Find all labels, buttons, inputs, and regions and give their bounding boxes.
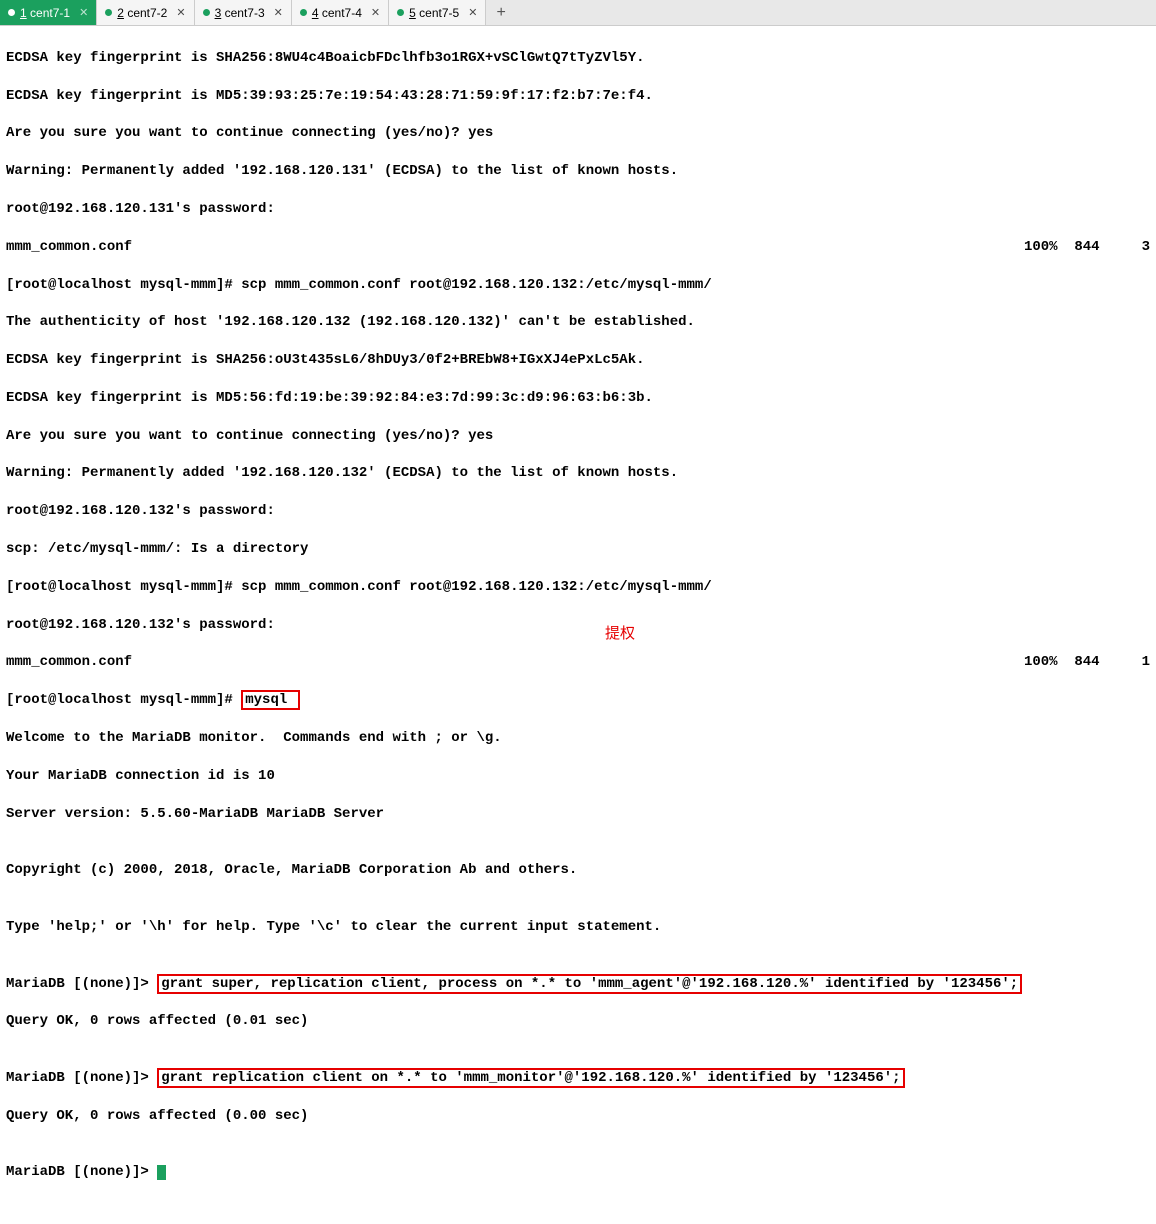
terminal-line: MariaDB [(none)]> grant replication clie… bbox=[6, 1069, 1150, 1088]
terminal-line: root@192.168.120.132's password: bbox=[6, 616, 1150, 635]
status-dot-icon bbox=[203, 9, 210, 16]
close-icon[interactable]: ✕ bbox=[176, 6, 185, 19]
terminal-line: root@192.168.120.131's password: bbox=[6, 200, 1150, 219]
tab-cent7-1[interactable]: 1 cent7-1 ✕ bbox=[0, 0, 97, 25]
terminal-line: Query OK, 0 rows affected (0.00 sec) bbox=[6, 1107, 1150, 1126]
terminal-line: ECDSA key fingerprint is MD5:39:93:25:7e… bbox=[6, 87, 1150, 106]
terminal-prompt-line: MariaDB [(none)]> bbox=[6, 1163, 1150, 1182]
terminal-line: ECDSA key fingerprint is MD5:56:fd:19:be… bbox=[6, 389, 1150, 408]
close-icon[interactable]: ✕ bbox=[468, 6, 477, 19]
terminal-line: scp: /etc/mysql-mmm/: Is a directory bbox=[6, 540, 1150, 559]
tab-cent7-4[interactable]: 4 cent7-4 ✕ bbox=[292, 0, 389, 25]
tab-num: 3 bbox=[215, 6, 222, 20]
terminal-line: ECDSA key fingerprint is SHA256:oU3t435s… bbox=[6, 351, 1150, 370]
terminal-line: Query OK, 0 rows affected (0.01 sec) bbox=[6, 1012, 1150, 1031]
annotation-label: 提权 bbox=[605, 624, 635, 644]
tab-label: cent7-5 bbox=[419, 6, 459, 20]
terminal-output[interactable]: ECDSA key fingerprint is SHA256:8WU4c4Bo… bbox=[0, 26, 1156, 1224]
tab-label: cent7-1 bbox=[30, 6, 70, 20]
terminal-line: Welcome to the MariaDB monitor. Commands… bbox=[6, 729, 1150, 748]
terminal-line: The authenticity of host '192.168.120.13… bbox=[6, 313, 1150, 332]
close-icon[interactable]: ✕ bbox=[79, 6, 88, 19]
terminal-line: Type 'help;' or '\h' for help. Type '\c'… bbox=[6, 918, 1150, 937]
scp-stats: 100% 844 3 bbox=[1024, 238, 1150, 257]
status-dot-icon bbox=[8, 9, 15, 16]
tab-bar: 1 cent7-1 ✕ 2 cent7-2 ✕ 3 cent7-3 ✕ 4 ce… bbox=[0, 0, 1156, 26]
terminal-line: [root@localhost mysql-mmm]# mysql bbox=[6, 691, 1150, 710]
status-dot-icon bbox=[397, 9, 404, 16]
terminal-line: ECDSA key fingerprint is SHA256:8WU4c4Bo… bbox=[6, 49, 1150, 68]
status-dot-icon bbox=[300, 9, 307, 16]
tab-cent7-3[interactable]: 3 cent7-3 ✕ bbox=[195, 0, 292, 25]
close-icon[interactable]: ✕ bbox=[274, 6, 283, 19]
terminal-line: mmm_common.conf100% 844 1 bbox=[6, 653, 1150, 672]
highlight-grant-agent: grant super, replication client, process… bbox=[157, 974, 1022, 994]
terminal-line: Server version: 5.5.60-MariaDB MariaDB S… bbox=[6, 805, 1150, 824]
tab-label: cent7-2 bbox=[127, 6, 167, 20]
terminal-line: mmm_common.conf100% 844 3 bbox=[6, 238, 1150, 257]
tab-num: 2 bbox=[117, 6, 124, 20]
close-icon[interactable]: ✕ bbox=[371, 6, 380, 19]
terminal-line: MariaDB [(none)]> grant super, replicati… bbox=[6, 975, 1150, 994]
terminal-line: Your MariaDB connection id is 10 bbox=[6, 767, 1150, 786]
tab-num: 5 bbox=[409, 6, 416, 20]
tab-cent7-2[interactable]: 2 cent7-2 ✕ bbox=[97, 0, 194, 25]
scp-stats: 100% 844 1 bbox=[1024, 653, 1150, 672]
status-dot-icon bbox=[105, 9, 112, 16]
terminal-line: root@192.168.120.132's password: bbox=[6, 502, 1150, 521]
terminal-line: Are you sure you want to continue connec… bbox=[6, 124, 1150, 143]
add-tab-button[interactable]: + bbox=[486, 4, 516, 22]
terminal-line: [root@localhost mysql-mmm]# scp mmm_comm… bbox=[6, 578, 1150, 597]
terminal-line: Copyright (c) 2000, 2018, Oracle, MariaD… bbox=[6, 861, 1150, 880]
cursor-icon bbox=[157, 1165, 166, 1180]
tab-cent7-5[interactable]: 5 cent7-5 ✕ bbox=[389, 0, 486, 25]
terminal-line: Warning: Permanently added '192.168.120.… bbox=[6, 162, 1150, 181]
highlight-mysql: mysql bbox=[241, 690, 299, 710]
tab-num: 4 bbox=[312, 6, 319, 20]
tab-label: cent7-3 bbox=[225, 6, 265, 20]
terminal-line: Are you sure you want to continue connec… bbox=[6, 427, 1150, 446]
tab-label: cent7-4 bbox=[322, 6, 362, 20]
highlight-grant-monitor: grant replication client on *.* to 'mmm_… bbox=[157, 1068, 904, 1088]
tab-num: 1 bbox=[20, 6, 27, 20]
terminal-line: [root@localhost mysql-mmm]# scp mmm_comm… bbox=[6, 276, 1150, 295]
terminal-line: Warning: Permanently added '192.168.120.… bbox=[6, 464, 1150, 483]
